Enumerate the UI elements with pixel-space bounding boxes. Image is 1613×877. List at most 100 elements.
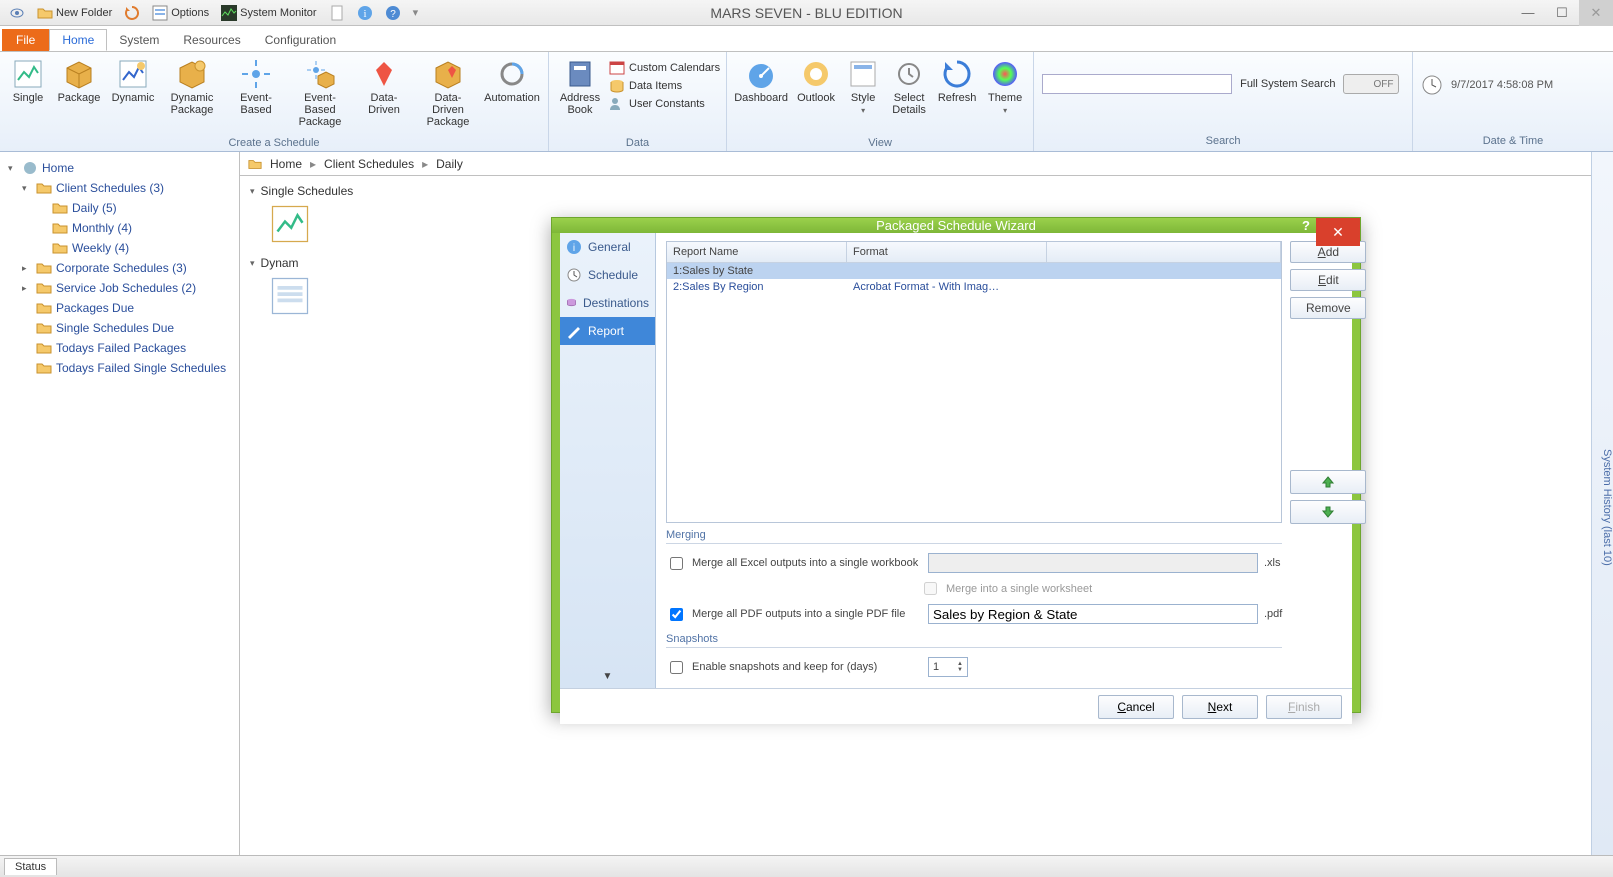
qat-dropdown-icon[interactable]: ▾: [410, 5, 422, 20]
report-table: Report Name Format 1:Sales by State: [666, 241, 1282, 523]
outlook-button[interactable]: Outlook: [793, 56, 839, 135]
status-bar: Status: [0, 855, 1613, 877]
style-button[interactable]: Style▾: [843, 56, 883, 135]
merge-excel-filename: [928, 553, 1258, 573]
tab-resources[interactable]: Resources: [171, 29, 252, 51]
wizard-help-icon[interactable]: ?: [1302, 218, 1310, 233]
ribbon-tabstrip: File Home System Resources Configuration: [0, 26, 1613, 52]
merging-label: Merging: [666, 523, 1282, 544]
snapshots-label: Snapshots: [666, 627, 1282, 648]
next-button[interactable]: Next: [1182, 695, 1258, 719]
remove-button[interactable]: Remove: [1290, 297, 1366, 319]
wizard-nav-report[interactable]: Report: [560, 317, 655, 345]
nav-weekly[interactable]: Weekly (4): [4, 238, 235, 258]
merge-pdf-checkbox[interactable]: [670, 608, 683, 621]
group-single-schedules[interactable]: ▾Single Schedules: [250, 182, 1581, 200]
merge-worksheet-checkbox: [924, 582, 937, 595]
snapshot-days-spinner[interactable]: 1▲▼: [928, 657, 968, 677]
breadcrumb: Home▸ Client Schedules▸ Daily: [240, 152, 1591, 176]
dynamic-package-button[interactable]: Dynamic Package: [162, 56, 222, 135]
data-driven-button[interactable]: Data-Driven: [354, 56, 414, 135]
nav-monthly[interactable]: Monthly (4): [4, 218, 235, 238]
merge-excel-row: Merge all Excel outputs into a single wo…: [666, 550, 1282, 576]
nav-packages-due[interactable]: Packages Due: [4, 298, 235, 318]
nav-daily[interactable]: Daily (5): [4, 198, 235, 218]
wizard-footer: Cancel Next Finish: [560, 688, 1352, 724]
maximize-button[interactable]: ☐: [1545, 0, 1579, 26]
snapshots-checkbox[interactable]: [670, 661, 683, 674]
tab-file[interactable]: File: [2, 29, 49, 51]
qat-info-icon[interactable]: i: [354, 4, 376, 22]
nav-failed-singles[interactable]: Todays Failed Single Schedules: [4, 358, 235, 378]
datetime-value: 9/7/2017 4:58:08 PM: [1451, 79, 1553, 91]
search-toggle[interactable]: OFF: [1343, 74, 1399, 94]
qat-eye-icon[interactable]: [6, 4, 28, 22]
merge-worksheet-row: Merge into a single worksheet: [666, 576, 1282, 601]
move-up-button[interactable]: [1290, 470, 1366, 494]
wizard-nav-destinations[interactable]: Destinations: [560, 289, 655, 317]
crumb-daily[interactable]: Daily: [436, 157, 463, 171]
custom-calendars-button[interactable]: Custom Calendars: [609, 60, 720, 76]
wizard-nav-schedule[interactable]: Schedule: [560, 261, 655, 289]
tab-system[interactable]: System: [107, 29, 171, 51]
theme-button[interactable]: Theme▾: [983, 56, 1027, 135]
col-report-name[interactable]: Report Name: [667, 242, 847, 262]
qat-doc-icon[interactable]: [326, 4, 348, 22]
window-buttons: — ☐ ✕: [1511, 0, 1613, 26]
wizard-close-button[interactable]: ✕: [1316, 218, 1360, 246]
system-monitor-button[interactable]: System Monitor: [218, 4, 319, 22]
snapshots-row: Enable snapshots and keep for (days) 1▲▼: [666, 654, 1282, 680]
data-driven-package-button[interactable]: Data-Driven Package: [418, 56, 478, 135]
move-down-button[interactable]: [1290, 500, 1366, 524]
nav-service[interactable]: ▸Service Job Schedules (2): [4, 278, 235, 298]
col-format[interactable]: Format: [847, 242, 1047, 262]
edit-button[interactable]: Edit: [1290, 269, 1366, 291]
table-row-2[interactable]: 2:Sales By Region Acrobat Format - With …: [667, 279, 1281, 295]
close-button[interactable]: ✕: [1579, 0, 1613, 26]
data-items-button[interactable]: Data Items: [609, 78, 720, 94]
merge-excel-checkbox[interactable]: [670, 557, 683, 570]
tab-configuration[interactable]: Configuration: [253, 29, 348, 51]
nav-failed-packages[interactable]: Todays Failed Packages: [4, 338, 235, 358]
minimize-button[interactable]: —: [1511, 0, 1545, 26]
nav-client-schedules[interactable]: ▾Client Schedules (3): [4, 178, 235, 198]
nav-corporate[interactable]: ▸Corporate Schedules (3): [4, 258, 235, 278]
dashboard-button[interactable]: Dashboard: [733, 56, 789, 135]
event-based-button[interactable]: Event-Based: [226, 56, 286, 135]
automation-button[interactable]: Automation: [482, 56, 542, 135]
refresh-button[interactable]: Refresh: [935, 56, 979, 135]
table-row-1[interactable]: 1:Sales by State: [667, 263, 1281, 279]
wizard-nav-dropdown-icon[interactable]: ▼: [560, 671, 655, 682]
report-thumbnail-icon-2[interactable]: [270, 276, 310, 316]
cancel-button[interactable]: Cancel: [1098, 695, 1174, 719]
crumb-client[interactable]: Client Schedules: [324, 157, 414, 171]
user-constants-button[interactable]: User Constants: [609, 96, 720, 112]
options-label: Options: [171, 7, 209, 19]
content-area: ▾Single Schedules ▾Dynam Packaged Schedu…: [240, 176, 1591, 855]
status-tab[interactable]: Status: [4, 858, 57, 875]
report-thumbnail-icon[interactable]: [270, 204, 310, 244]
options-button[interactable]: Options: [149, 4, 212, 22]
tab-home[interactable]: Home: [49, 29, 107, 51]
event-based-package-button[interactable]: Event-Based Package: [290, 56, 350, 135]
wizard-title-bar: Packaged Schedule Wizard ? ✕: [552, 218, 1360, 233]
ribbon-group-create-schedule: Single Package Dynamic Dynamic Package E…: [0, 52, 549, 151]
qat-refresh-icon[interactable]: [121, 4, 143, 22]
svg-text:i: i: [363, 8, 366, 20]
search-input[interactable]: [1042, 74, 1232, 94]
nav-home[interactable]: ▾Home: [4, 158, 235, 178]
select-details-button[interactable]: Select Details: [887, 56, 931, 135]
system-history-panel[interactable]: System History (last 10): [1591, 152, 1613, 855]
single-button[interactable]: Single: [6, 56, 50, 135]
qat-help-icon[interactable]: ?: [382, 4, 404, 22]
merge-pdf-filename[interactable]: [928, 604, 1258, 624]
ribbon-group-view: Dashboard Outlook Style▾ Select Details …: [727, 52, 1034, 151]
nav-single-due[interactable]: Single Schedules Due: [4, 318, 235, 338]
address-book-button[interactable]: Address Book: [555, 56, 605, 135]
wizard-nav-general[interactable]: iGeneral: [560, 233, 655, 261]
package-button[interactable]: Package: [54, 56, 104, 135]
ribbon-group-data: Address Book Custom Calendars Data Items…: [549, 52, 727, 151]
dynamic-button[interactable]: Dynamic: [108, 56, 158, 135]
new-folder-button[interactable]: New Folder: [34, 4, 115, 22]
crumb-home[interactable]: Home: [270, 157, 302, 171]
